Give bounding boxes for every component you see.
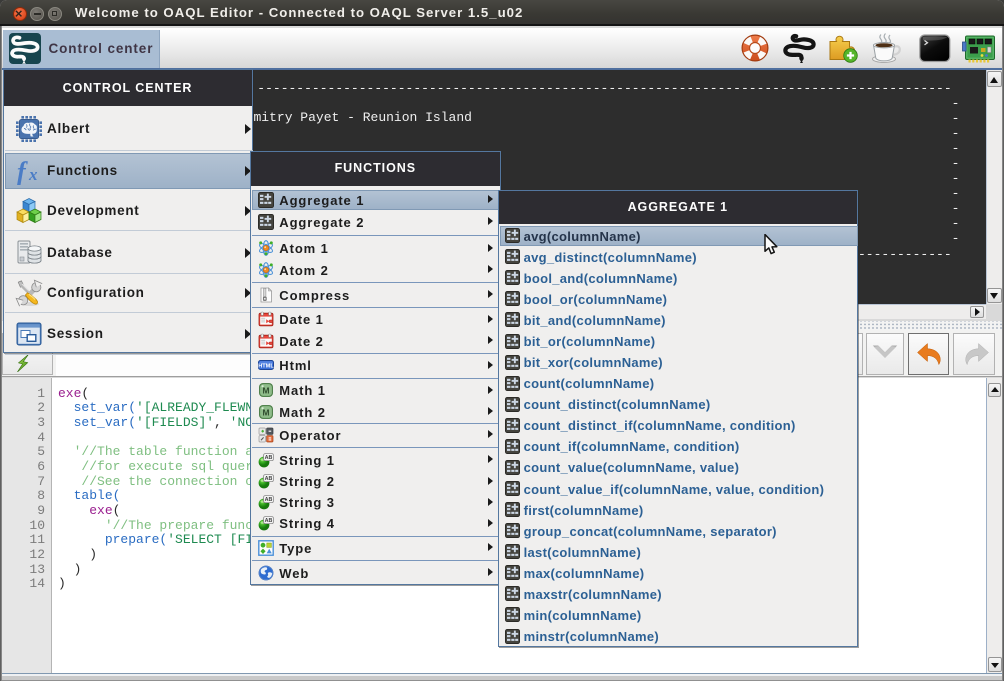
svg-text:M: M bbox=[263, 386, 270, 396]
svg-text:M: M bbox=[263, 407, 270, 417]
svg-text:x: x bbox=[28, 165, 38, 184]
svg-text:HTML: HTML bbox=[259, 364, 275, 370]
svg-text:f: f bbox=[17, 157, 28, 185]
svg-text:AB: AB bbox=[265, 497, 273, 503]
svg-text:AB: AB bbox=[265, 455, 273, 461]
svg-text:AB: AB bbox=[265, 518, 273, 524]
svg-text:AB: AB bbox=[265, 476, 273, 482]
